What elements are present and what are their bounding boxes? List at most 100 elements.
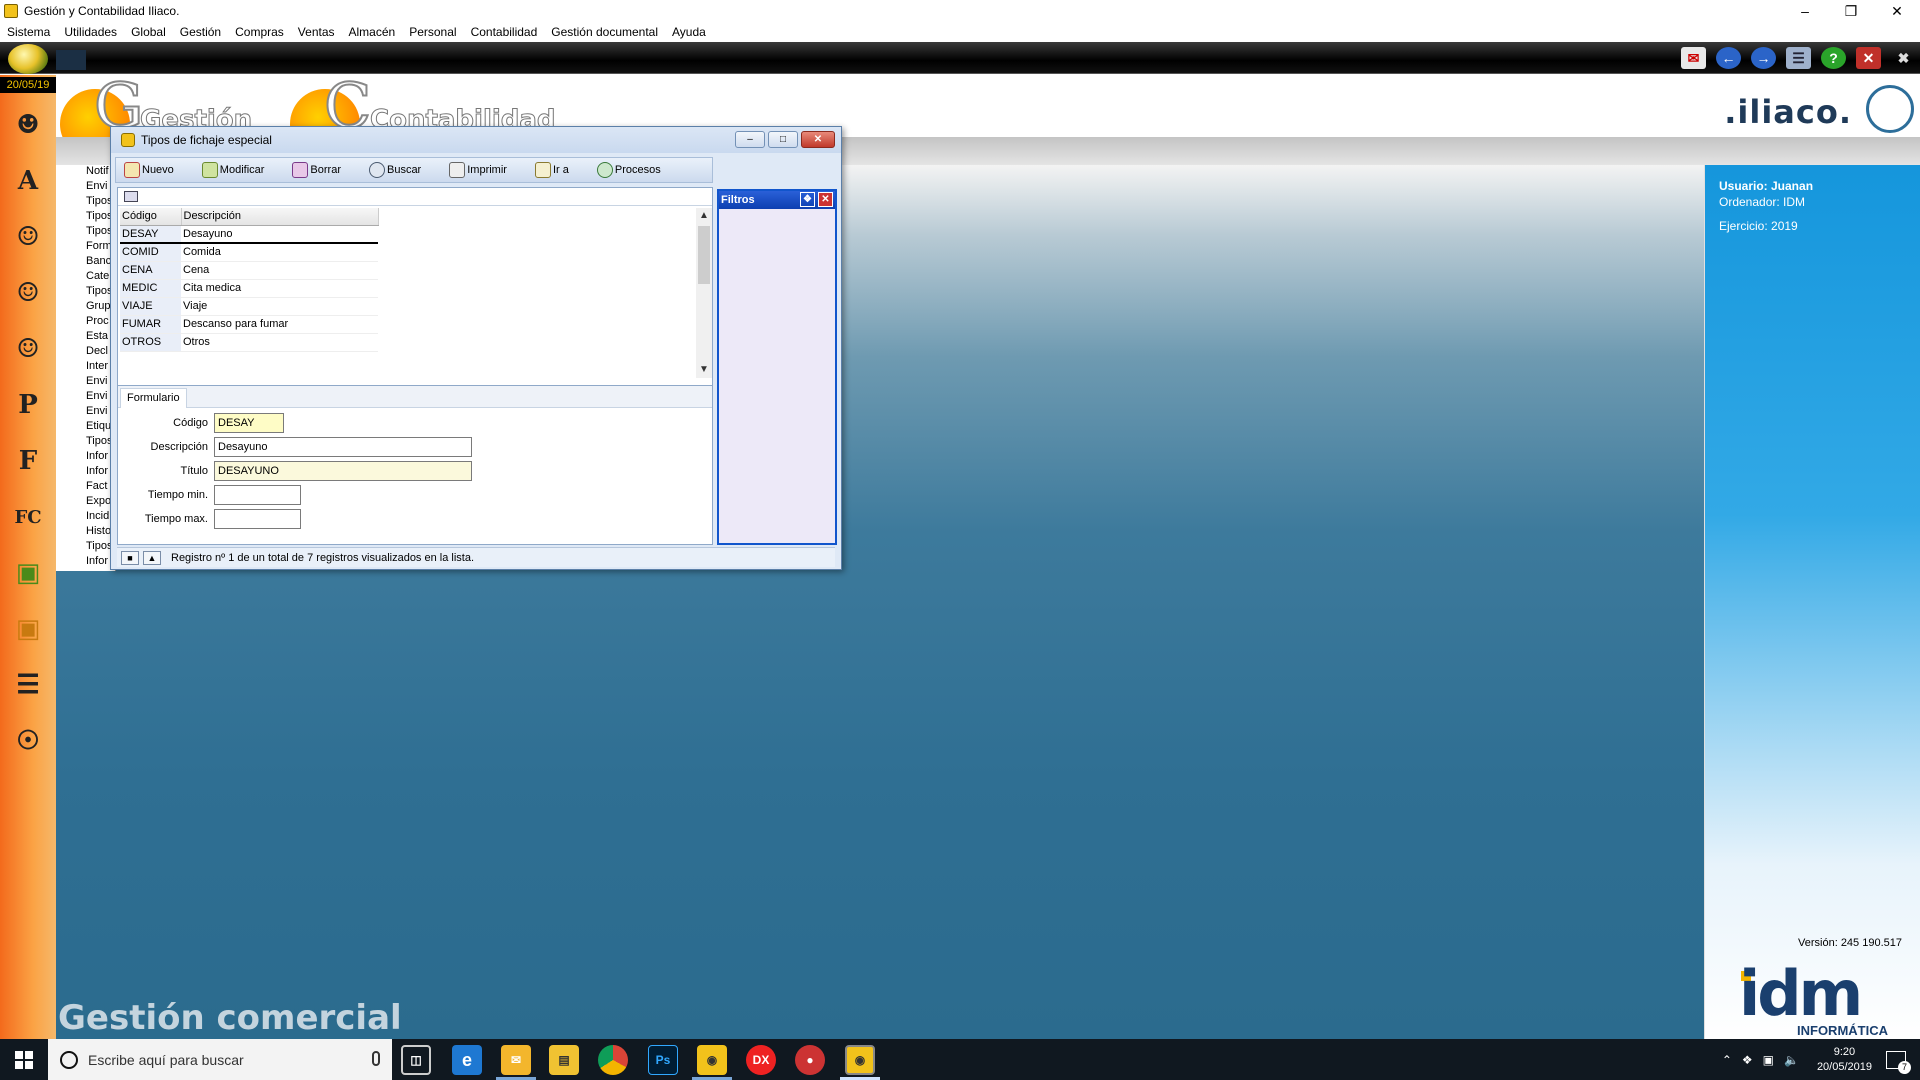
status-panel-icon[interactable]: ■ — [121, 550, 139, 565]
imprimir-button[interactable]: Imprimir — [449, 162, 507, 178]
menu-ayuda[interactable]: Ayuda — [672, 25, 706, 39]
close-button[interactable]: ✕ — [1874, 0, 1920, 22]
dx-app-icon[interactable]: DX — [746, 1045, 776, 1075]
list-item[interactable]: Tipos — [56, 195, 115, 210]
list-item[interactable]: Tipos — [56, 540, 115, 555]
list-item[interactable]: Infor — [56, 555, 115, 570]
status-collapse-icon[interactable]: ▲ — [143, 550, 161, 565]
chrome-icon[interactable] — [598, 1045, 628, 1075]
column-header-codigo[interactable]: Código — [120, 208, 182, 226]
list-item[interactable]: Esta — [56, 330, 115, 345]
table-row[interactable]: FUMAR Descanso para fumar — [120, 315, 378, 334]
menu-sistema[interactable]: Sistema — [7, 25, 50, 39]
tiempo-max-input[interactable] — [214, 509, 301, 529]
list-item[interactable]: Envi — [56, 180, 115, 195]
list-item[interactable]: Proc — [56, 315, 115, 330]
list-item[interactable]: Infor — [56, 465, 115, 480]
back-arrow-icon[interactable]: ← — [1716, 47, 1741, 69]
scroll-thumb[interactable] — [698, 226, 710, 284]
menu-global[interactable]: Global — [131, 25, 166, 39]
list-item[interactable]: Decl — [56, 345, 115, 360]
mail-icon[interactable]: ✉ — [1681, 47, 1706, 69]
fc-book-icon[interactable]: FC — [6, 495, 50, 539]
buscar-button[interactable]: Buscar — [368, 162, 421, 178]
help-icon[interactable]: ? — [1821, 47, 1846, 69]
list-item[interactable]: Tipos — [56, 435, 115, 450]
dialog-titlebar[interactable]: Tipos de fichaje especial – □ ✕ — [111, 127, 841, 153]
menu-compras[interactable]: Compras — [235, 25, 284, 39]
list-item[interactable]: Etiqu — [56, 420, 115, 435]
scroll-up-icon[interactable]: ▲ — [696, 208, 712, 224]
ir-a-button[interactable]: Ir a — [534, 162, 569, 178]
shopping-bag-green-icon[interactable]: ▣ — [6, 551, 50, 595]
person-icon[interactable]: ☺ — [6, 215, 50, 259]
modificar-button[interactable]: Modificar — [201, 162, 264, 178]
toolbar-selector[interactable] — [56, 50, 86, 70]
network-icon[interactable]: ▣ — [1763, 1053, 1774, 1067]
list-item[interactable]: Cate — [56, 270, 115, 285]
start-button[interactable] — [0, 1039, 48, 1080]
list-item[interactable]: Notif — [56, 165, 115, 180]
menu-almacen[interactable]: Almacén — [349, 25, 396, 39]
table-row[interactable]: COMID Comida — [120, 243, 378, 262]
table-row[interactable]: VIAJE Viaje — [120, 297, 378, 316]
agenda-a-icon[interactable]: A — [6, 159, 50, 203]
nuevo-button[interactable]: Nuevo — [124, 162, 174, 178]
forward-arrow-icon[interactable]: → — [1751, 47, 1776, 69]
clock[interactable]: 9:20 20/05/2019 — [1817, 1045, 1872, 1075]
list-item[interactable]: Envi — [56, 375, 115, 390]
shopping-bag-orange-icon[interactable]: ▣ — [6, 607, 50, 651]
menu-utilidades[interactable]: Utilidades — [64, 25, 117, 39]
column-header-descripcion[interactable]: Descripción — [181, 208, 379, 226]
tab-formulario[interactable]: Formulario — [120, 388, 187, 408]
table-row[interactable]: CENA Cena — [120, 261, 378, 280]
task-view-icon[interactable]: ◫ — [401, 1045, 431, 1075]
list-item[interactable]: Infor — [56, 450, 115, 465]
disc-tools-icon[interactable]: ☉ — [6, 719, 50, 763]
list-item[interactable]: Histo — [56, 525, 115, 540]
dialog-maximize-button[interactable]: □ — [768, 131, 798, 148]
table-row[interactable]: MEDIC Cita medica — [120, 279, 378, 298]
volume-icon[interactable]: 🔈 — [1784, 1053, 1799, 1067]
menu-contabilidad[interactable]: Contabilidad — [471, 25, 538, 39]
list-item[interactable]: Envi — [56, 405, 115, 420]
titulo-input[interactable]: DESAYUNO — [214, 461, 472, 481]
list-document-icon[interactable]: ☰ — [6, 663, 50, 707]
tray-expand-icon[interactable]: ⌃ — [1722, 1053, 1732, 1067]
grid-vertical-scrollbar[interactable]: ▲ ▼ — [696, 208, 712, 378]
home-orb-icon[interactable] — [8, 44, 48, 74]
table-row[interactable]: DESAY Desayuno — [120, 224, 378, 244]
table-row[interactable]: OTROS Otros — [120, 333, 378, 352]
menu-gestion[interactable]: Gestión — [180, 25, 221, 39]
dialog-minimize-button[interactable]: – — [735, 131, 765, 148]
dropbox-icon[interactable]: ❖ — [1742, 1053, 1753, 1067]
photoshop-icon[interactable]: Ps — [648, 1045, 678, 1075]
borrar-button[interactable]: Borrar — [292, 162, 341, 178]
p-book-icon[interactable]: P — [6, 383, 50, 427]
scroll-down-icon[interactable]: ▼ — [696, 362, 712, 378]
edge-icon[interactable]: e — [452, 1045, 482, 1075]
tiempo-min-input[interactable] — [214, 485, 301, 505]
person-p-icon[interactable]: ☺ — [6, 271, 50, 315]
list-item[interactable]: Banc — [56, 255, 115, 270]
list-item[interactable]: Incid — [56, 510, 115, 525]
menu-ventas[interactable]: Ventas — [298, 25, 335, 39]
menu-gestion-documental[interactable]: Gestión documental — [551, 25, 658, 39]
list-item[interactable]: Grup — [56, 300, 115, 315]
filters-close-icon[interactable]: ✕ — [818, 192, 833, 207]
filters-pin-icon[interactable]: ❖ — [800, 192, 815, 207]
grid-options-icon[interactable] — [124, 191, 138, 202]
taskbar-search[interactable]: Escribe aquí para buscar — [48, 1039, 392, 1080]
minimize-button[interactable]: – — [1782, 0, 1828, 22]
descripcion-input[interactable]: Desayuno — [214, 437, 472, 457]
menu-personal[interactable]: Personal — [409, 25, 456, 39]
list-item[interactable]: Form — [56, 240, 115, 255]
windows-list-icon[interactable]: ☰ — [1786, 47, 1811, 69]
list-item[interactable]: Tipos — [56, 285, 115, 300]
notifications-icon[interactable]: 7 — [1886, 1050, 1911, 1074]
iliaco-active-app-icon[interactable]: ◉ — [845, 1045, 875, 1075]
users-group-icon[interactable]: ☻ — [6, 103, 50, 147]
procesos-button[interactable]: Procesos — [596, 162, 661, 178]
iliaco-app-icon[interactable]: ◉ — [697, 1045, 727, 1075]
codigo-input[interactable]: DESAY — [214, 413, 284, 433]
